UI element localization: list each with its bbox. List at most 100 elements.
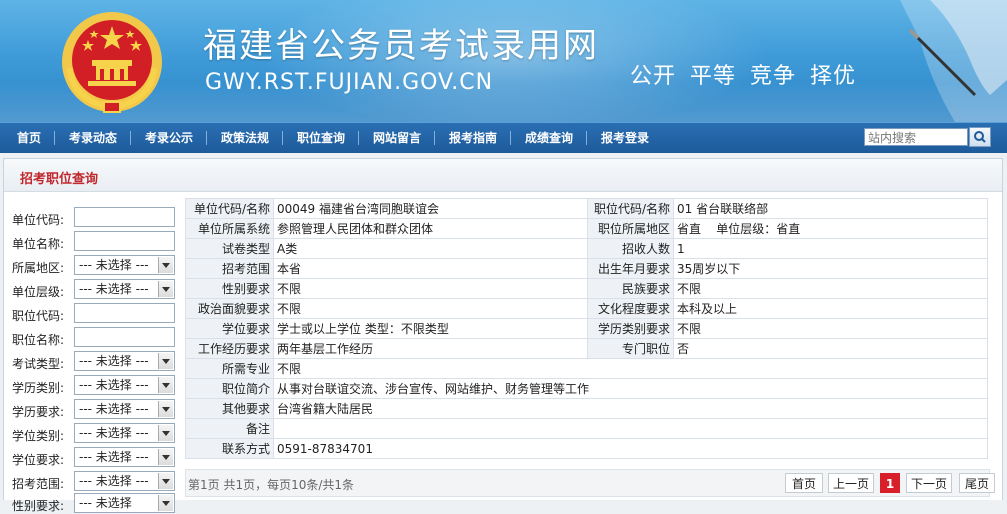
nav-policies[interactable]: 政策法规 <box>221 123 269 153</box>
unit-name-input[interactable] <box>74 231 175 251</box>
education-category-select-value: --- 未选择 --- <box>79 378 149 392</box>
search-icon <box>974 131 986 143</box>
nav-separator <box>510 131 511 145</box>
filter-label-recruit-scope: 招考范围: <box>12 477 65 491</box>
detail-label: 学历类别要求 <box>587 318 674 339</box>
table-row: 学位要求 学士或以上学位 类型：不限类型 学历类别要求 不限 <box>185 318 988 339</box>
region-select-value: --- 未选择 --- <box>79 258 149 272</box>
detail-value: 35周岁以下 <box>673 258 988 279</box>
unit-code-input[interactable] <box>74 207 175 227</box>
nav-separator <box>54 131 55 145</box>
position-query-panel: 招考职位查询 单位代码: 单位名称: 所属地区: --- 未选择 --- 单位层… <box>3 158 1003 513</box>
table-row: 所需专业 不限 <box>185 358 988 379</box>
unit-level-select-value: --- 未选择 --- <box>79 282 149 296</box>
recruit-scope-select-value: --- 未选择 --- <box>79 474 149 488</box>
exam-type-select-value: --- 未选择 --- <box>79 354 149 368</box>
table-row: 联系方式 0591-87834701 <box>185 438 988 459</box>
nav-position-search[interactable]: 职位查询 <box>297 123 345 153</box>
chevron-down-icon <box>158 425 173 441</box>
chevron-down-icon <box>158 377 173 393</box>
pagination-info: 第1页 共1页，每页10条/共1条 <box>188 478 355 492</box>
pagination-bar: 第1页 共1页，每页10条/共1条 首页 上一页 1 下一页 尾页 <box>185 469 995 497</box>
chevron-down-icon <box>158 257 173 273</box>
detail-label: 职位简介 <box>185 378 274 399</box>
filter-label-unit-name: 单位名称: <box>12 237 65 251</box>
detail-label: 招收人数 <box>587 238 674 259</box>
detail-value: 本科及以上 <box>673 298 988 319</box>
detail-label: 性别要求 <box>185 278 274 299</box>
nav-separator <box>358 131 359 145</box>
nav-guestbook[interactable]: 网站留言 <box>373 123 421 153</box>
search-button[interactable] <box>969 127 991 147</box>
chevron-down-icon <box>158 473 173 489</box>
table-row: 性别要求 不限 民族要求 不限 <box>185 278 988 299</box>
nav-home[interactable]: 首页 <box>17 123 41 153</box>
chevron-down-icon <box>158 495 173 511</box>
table-row: 职位简介 从事对台联谊交流、涉台宣传、网站维护、财务管理等工作 <box>185 378 988 399</box>
filter-label-unit-level: 单位层级: <box>12 285 65 299</box>
prev-page-button[interactable]: 上一页 <box>828 473 874 493</box>
detail-value: 不限 <box>673 278 988 299</box>
position-code-input[interactable] <box>74 303 175 323</box>
first-page-button[interactable]: 首页 <box>785 473 823 493</box>
site-title: 福建省公务员考试录用网 <box>203 26 599 66</box>
nav-news[interactable]: 考录动态 <box>69 123 117 153</box>
education-category-select[interactable]: --- 未选择 --- <box>74 375 175 395</box>
table-row: 备注 <box>185 418 988 439</box>
degree-requirement-select[interactable]: --- 未选择 --- <box>74 447 175 467</box>
detail-value: 学士或以上学位 类型：不限类型 <box>273 318 588 339</box>
table-row: 工作经历要求 两年基层工作经历 专门职位 否 <box>185 338 988 359</box>
detail-label: 政治面貌要求 <box>185 298 274 319</box>
detail-label: 工作经历要求 <box>185 338 274 359</box>
table-row: 政治面貌要求 不限 文化程度要求 本科及以上 <box>185 298 988 319</box>
filter-label-position-name: 职位名称: <box>12 333 65 347</box>
national-emblem-icon <box>62 12 162 113</box>
recruit-scope-select[interactable]: --- 未选择 --- <box>74 471 175 491</box>
table-row: 单位所属系统 参照管理人民团体和群众团体 职位所属地区 省直 单位层级：省直 <box>185 218 988 239</box>
position-name-input[interactable] <box>74 327 175 347</box>
filter-label-education-requirement: 学历要求: <box>12 405 65 419</box>
detail-value: 本省 <box>273 258 588 279</box>
chevron-down-icon <box>158 353 173 369</box>
detail-label: 其他要求 <box>185 398 274 419</box>
exam-type-select[interactable]: --- 未选择 --- <box>74 351 175 371</box>
region-select[interactable]: --- 未选择 --- <box>74 255 175 275</box>
detail-value: 0591-87834701 <box>273 438 988 459</box>
nav-exam-login[interactable]: 报考登录 <box>601 123 649 153</box>
filter-label-unit-code: 单位代码: <box>12 213 65 227</box>
site-slogan: 公开 平等 竞争 择优 <box>630 64 856 89</box>
chevron-down-icon <box>158 401 173 417</box>
detail-label: 职位代码/名称 <box>587 198 674 219</box>
detail-value: 不限 <box>273 358 988 379</box>
education-requirement-select[interactable]: --- 未选择 --- <box>74 399 175 419</box>
detail-value: 不限 <box>273 298 588 319</box>
site-search-input[interactable]: 站内搜索 <box>864 128 968 146</box>
current-page-button[interactable]: 1 <box>880 473 900 493</box>
detail-value <box>273 418 988 439</box>
unit-level-select[interactable]: --- 未选择 --- <box>74 279 175 299</box>
degree-category-select[interactable]: --- 未选择 --- <box>74 423 175 443</box>
filter-label-degree-requirement: 学位要求: <box>12 453 65 467</box>
site-domain: GWY.RST.FUJIAN.GOV.CN <box>205 70 494 95</box>
detail-value: 省直 单位层级：省直 <box>673 218 988 239</box>
nav-score-query[interactable]: 成绩查询 <box>525 123 573 153</box>
filter-label-position-code: 职位代码: <box>12 309 65 323</box>
chevron-down-icon <box>158 281 173 297</box>
gender-select[interactable]: --- 未选择 <box>74 493 175 513</box>
detail-label: 学位要求 <box>185 318 274 339</box>
nav-announcements[interactable]: 考录公示 <box>145 123 193 153</box>
main-nav: 首页 考录动态 考录公示 政策法规 职位查询 网站留言 报考指南 成绩查询 报考… <box>0 122 1007 153</box>
nav-separator <box>206 131 207 145</box>
filter-label-degree-category: 学位类别: <box>12 429 65 443</box>
last-page-button[interactable]: 尾页 <box>959 473 995 493</box>
next-page-button[interactable]: 下一页 <box>906 473 952 493</box>
detail-label: 文化程度要求 <box>587 298 674 319</box>
table-row: 招考范围 本省 出生年月要求 35周岁以下 <box>185 258 988 279</box>
filter-label-exam-type: 考试类型: <box>12 357 65 371</box>
panel-title: 招考职位查询 <box>20 172 99 187</box>
detail-label: 联系方式 <box>185 438 274 459</box>
detail-label: 单位所属系统 <box>185 218 274 239</box>
detail-value: 01 省台联联络部 <box>673 198 988 219</box>
nav-exam-guide[interactable]: 报考指南 <box>449 123 497 153</box>
nav-separator <box>282 131 283 145</box>
